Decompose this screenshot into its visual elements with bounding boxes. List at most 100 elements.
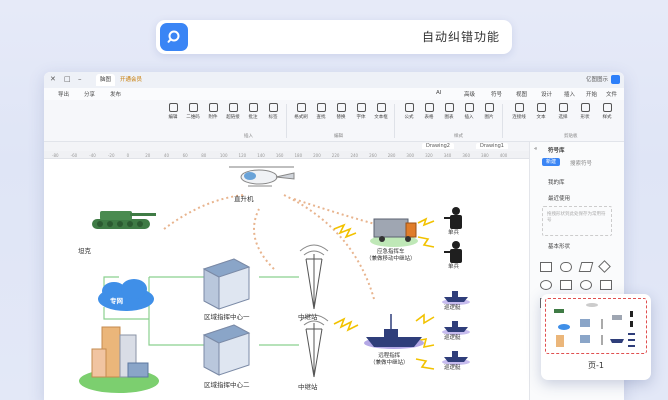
ribbon-select[interactable]: 选择 — [554, 103, 572, 120]
menu-insert[interactable]: 插入 — [564, 90, 575, 98]
shape-square[interactable] — [560, 280, 572, 290]
ruler-mark: 320 — [425, 153, 433, 158]
ribbon-group-clipboard: 剪贴板 — [564, 134, 578, 139]
shape-parallelogram[interactable] — [578, 262, 594, 272]
ribbon-separator — [502, 104, 503, 138]
section-my-library[interactable]: 我的库 — [548, 178, 565, 186]
ribbon-picture[interactable]: 图片 — [480, 103, 498, 120]
collapse-panel-icon[interactable]: « — [534, 146, 537, 152]
patrol-boat-2-icon — [442, 321, 470, 335]
ruler-mark: 40 — [164, 153, 170, 158]
ribbon-hyperlink[interactable]: 超链接 — [224, 103, 242, 120]
relay-tower-2-icon — [299, 314, 329, 378]
ribbon-formula[interactable]: 公式 — [400, 103, 418, 120]
ruler-mark: 340 — [444, 153, 452, 158]
font-icon — [356, 103, 366, 112]
command-vehicle-icon — [370, 218, 418, 247]
ribbon-separator — [286, 104, 287, 138]
ribbon-connector[interactable]: 连接线 — [510, 103, 528, 120]
publish-button[interactable]: 发布 — [110, 90, 121, 98]
page-thumbnail[interactable] — [545, 298, 647, 354]
share-button[interactable]: 分享 — [84, 90, 95, 98]
ribbon-tag[interactable]: 标签 — [264, 103, 282, 120]
select-icon — [558, 103, 568, 112]
connector-icon — [514, 103, 524, 112]
ruler-mark: 60 — [183, 153, 189, 158]
thumbnail-preview — [554, 303, 635, 347]
menu-file[interactable]: 文件 — [606, 90, 617, 98]
ribbon-table[interactable]: 表格 — [420, 103, 438, 120]
doc-tab-drawing2[interactable]: Drawing2 — [422, 143, 454, 149]
ruler-mark: 300 — [406, 153, 414, 158]
section-recent[interactable]: 最近使用 — [548, 194, 570, 202]
ribbon-comment[interactable]: 批注 — [244, 103, 262, 120]
ribbon-attachment[interactable]: 附件 — [204, 103, 222, 120]
ribbon-separator — [394, 104, 395, 138]
label-soldier-2: 单兵 — [448, 264, 460, 270]
drawing-canvas[interactable]: 直升机 坦克 专网 区域指挥中心一 区域指挥中心二 中继站 中继站 应急指挥车 … — [44, 159, 529, 400]
label-command-ship-line1: 远程指挥 — [378, 353, 401, 359]
zigzag-signal — [415, 358, 435, 370]
page-thumbnail-card[interactable]: 页-1 — [541, 294, 651, 380]
maximize-icon[interactable]: □ — [64, 75, 71, 83]
ribbon-find[interactable]: 查找 — [312, 103, 330, 120]
ribbon-textbox[interactable]: 文本框 — [372, 103, 390, 120]
ribbon-chart[interactable]: 图表 — [440, 103, 458, 120]
section-basic-shapes[interactable]: 基本形状 — [548, 242, 570, 250]
export-button[interactable]: 导出 — [58, 90, 69, 98]
menu-home[interactable]: 开始 — [586, 90, 597, 98]
app-logo-icon — [611, 75, 620, 84]
ribbon-group-style: 样式 — [454, 134, 463, 139]
tab-mindmap[interactable]: 脑图 — [96, 74, 116, 86]
shape-circle[interactable] — [540, 280, 552, 290]
ribbon-replace[interactable]: 替换 — [332, 103, 350, 120]
ribbon-format-painter[interactable]: 格式刷 — [292, 103, 310, 120]
edit-icon — [168, 103, 178, 112]
tank-icon — [92, 211, 156, 229]
menu-ai[interactable]: AI — [436, 90, 441, 96]
shape-ellipse[interactable] — [580, 280, 592, 290]
shape-rectangle[interactable] — [540, 262, 552, 272]
ruler-mark: 200 — [313, 153, 321, 158]
menu-design[interactable]: 设计 — [541, 90, 552, 98]
ruler-mark: 380 — [481, 153, 489, 158]
search-bar[interactable]: 自动纠错功能 — [156, 20, 512, 54]
dotted-arc — [163, 194, 245, 230]
ribbon-shape[interactable]: 形状 — [576, 103, 594, 120]
document-tabs: Drawing2 Drawing1 — [44, 142, 529, 151]
shape-hexagon[interactable] — [600, 280, 612, 290]
menu-view[interactable]: 视图 — [516, 90, 527, 98]
vip-badge[interactable]: 开通会员 — [116, 74, 146, 86]
menu-symbols[interactable]: 符号 — [491, 90, 502, 98]
label-tank: 坦克 — [78, 247, 91, 255]
ribbon-insert[interactable]: 插入 — [460, 103, 478, 120]
label-helicopter: 直升机 — [234, 195, 254, 203]
shape-rounded-rectangle[interactable] — [560, 262, 572, 272]
insert-icon — [464, 103, 474, 112]
menu-advanced[interactable]: 高级 — [464, 90, 475, 98]
close-icon[interactable]: ✕ — [50, 75, 56, 83]
minimize-icon[interactable]: – — [78, 75, 82, 83]
label-command-ship: 远程指挥 （兼做中继站） — [370, 353, 409, 367]
shape-diamond[interactable] — [598, 260, 611, 273]
search-symbols-label[interactable]: 搜索符号 — [570, 159, 592, 167]
page-label: 页-1 — [588, 361, 604, 370]
ribbon-group-edit: 编辑 — [334, 134, 343, 139]
ribbon-qrcode[interactable]: 二维码 — [184, 103, 202, 120]
label-boat-3: 巡逻艇 — [444, 365, 461, 371]
ribbon-style[interactable]: 样式 — [598, 103, 616, 120]
ribbon-font[interactable]: 字体 — [352, 103, 370, 120]
new-library-button[interactable]: 新建 — [542, 158, 561, 166]
ribbon-group-insert: 插入 — [244, 134, 253, 139]
ruler-mark: 180 — [295, 153, 303, 158]
dotted-arc — [253, 208, 275, 270]
search-icon — [167, 30, 180, 43]
link-icon — [228, 103, 238, 112]
label-command-vehicle-line2: （兼做移动中继站） — [366, 256, 416, 262]
ribbon-edit[interactable]: 编辑 — [164, 103, 182, 120]
ribbon-text[interactable]: 文本 — [532, 103, 550, 120]
doc-tab-drawing1[interactable]: Drawing1 — [476, 143, 508, 149]
ruler-mark: 140 — [257, 153, 265, 158]
patrol-boat-1-icon — [442, 291, 470, 305]
search-button[interactable] — [160, 23, 188, 51]
